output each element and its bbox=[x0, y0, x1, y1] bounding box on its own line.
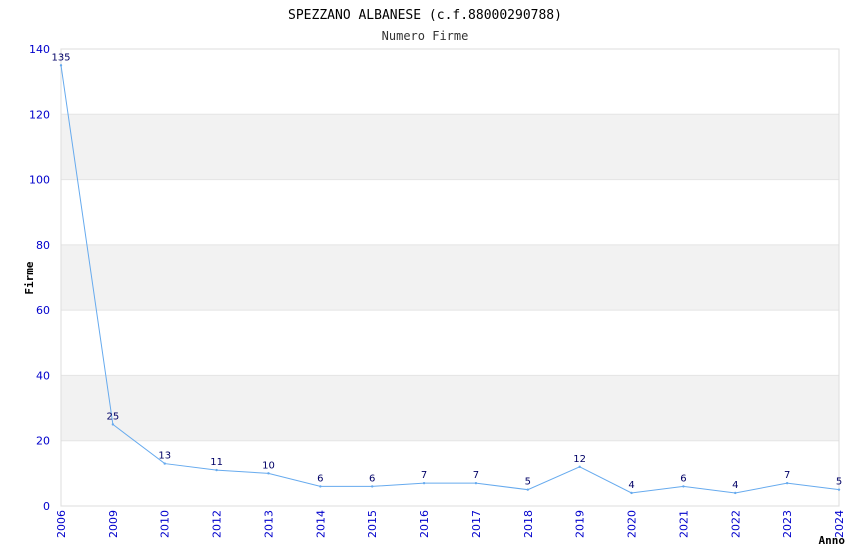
data-point bbox=[422, 481, 426, 485]
x-tick-label: 2015 bbox=[366, 510, 379, 538]
x-tick-label: 2019 bbox=[574, 510, 587, 538]
data-label: 10 bbox=[262, 460, 275, 471]
y-tick-label: 0 bbox=[43, 500, 50, 513]
grid-band bbox=[61, 244, 839, 311]
data-point bbox=[215, 468, 218, 472]
data-label: 13 bbox=[158, 451, 171, 462]
y-tick-label: 120 bbox=[29, 108, 50, 121]
y-tick-label: 140 bbox=[29, 43, 50, 56]
data-label: 5 bbox=[525, 477, 531, 488]
x-tick-label: 2020 bbox=[626, 510, 639, 538]
x-tick-label: 2012 bbox=[211, 510, 224, 538]
x-tick-labels: 2006 2009 2010 2012 2013 2014 2015 2016 2017 2018… bbox=[55, 510, 846, 538]
x-tick-label: 2013 bbox=[262, 510, 275, 538]
x-tick-label: 2018 bbox=[522, 510, 535, 538]
data-label: 6 bbox=[680, 473, 686, 484]
x-tick-label: 2022 bbox=[729, 510, 742, 538]
data-point bbox=[630, 491, 633, 495]
x-tick-label: 2006 bbox=[55, 510, 68, 538]
chart-title: SPEZZANO ALBANESE (c.f.88000290788) bbox=[288, 8, 562, 23]
data-label: 11 bbox=[210, 457, 223, 468]
data-label: 12 bbox=[573, 454, 586, 465]
data-point bbox=[682, 485, 685, 488]
data-point bbox=[111, 423, 115, 426]
data-point bbox=[837, 488, 841, 491]
x-tick-label: 2009 bbox=[107, 510, 120, 538]
data-point bbox=[734, 491, 737, 495]
data-point bbox=[371, 485, 374, 488]
data-label: 7 bbox=[784, 470, 790, 481]
data-point bbox=[267, 472, 270, 475]
x-tick-label: 2016 bbox=[418, 510, 431, 538]
data-point bbox=[163, 462, 166, 465]
data-point bbox=[474, 481, 478, 485]
data-label: 7 bbox=[421, 470, 427, 481]
y-axis-title: Firme bbox=[23, 261, 36, 294]
data-label: 6 bbox=[369, 473, 375, 484]
x-tick-label: 2023 bbox=[781, 510, 794, 538]
data-label: 5 bbox=[836, 477, 842, 488]
x-tick-label: 2014 bbox=[314, 510, 327, 538]
data-label: 25 bbox=[106, 411, 119, 422]
data-point bbox=[59, 64, 63, 67]
x-tick-label: 2017 bbox=[470, 510, 483, 538]
data-label: 135 bbox=[51, 52, 70, 63]
x-tick-label: 2010 bbox=[159, 510, 172, 538]
data-label: 7 bbox=[473, 470, 479, 481]
data-point bbox=[578, 465, 581, 469]
x-tick-label: 2024 bbox=[833, 510, 846, 538]
data-point bbox=[526, 488, 529, 491]
y-tick-label: 80 bbox=[36, 239, 50, 252]
y-tick-label: 40 bbox=[36, 369, 50, 382]
data-label: 4 bbox=[628, 480, 634, 491]
chart-subtitle: Numero Firme bbox=[382, 29, 469, 43]
grid-band bbox=[61, 114, 839, 180]
y-tick-label: 100 bbox=[29, 174, 50, 187]
data-point bbox=[319, 485, 322, 488]
data-point bbox=[785, 481, 789, 485]
line-chart: SPEZZANO ALBANESE (c.f.88000290788) Nume… bbox=[23, 8, 846, 547]
x-tick-label: 2021 bbox=[677, 510, 690, 538]
data-label: 4 bbox=[732, 480, 738, 491]
grid-bands bbox=[61, 114, 839, 441]
data-label: 6 bbox=[317, 473, 323, 484]
grid-band bbox=[61, 375, 839, 441]
y-tick-label: 60 bbox=[36, 304, 50, 317]
y-tick-label: 20 bbox=[36, 435, 50, 448]
